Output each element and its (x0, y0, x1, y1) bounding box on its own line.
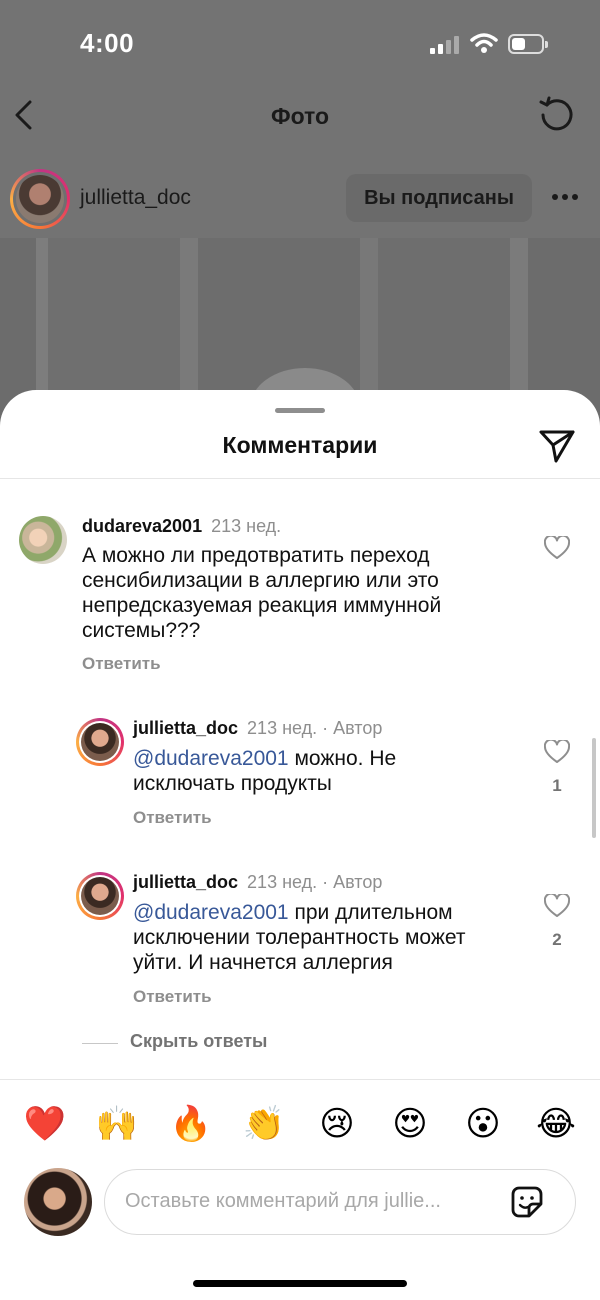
comment-input-placeholder: Оставьте комментарий для jullie... (125, 1190, 441, 1212)
like-heart-icon[interactable] (544, 740, 570, 764)
sheet-grabber[interactable] (275, 408, 325, 413)
comment-meta: dudareva2001 213 нед. (82, 516, 281, 537)
cellular-signal-icon (430, 34, 462, 54)
background-post-screen: 4:00 Фото jullietta_doc Вы подписаны (0, 0, 600, 448)
wifi-icon (470, 33, 498, 53)
share-send-icon[interactable] (538, 428, 576, 464)
comment-username[interactable]: jullietta_doc (133, 872, 238, 892)
post-author-avatar[interactable] (10, 169, 70, 229)
divider (0, 1079, 600, 1080)
emoji-laughing-button[interactable]: 😂 (534, 1102, 578, 1146)
commenter-avatar[interactable] (76, 718, 124, 766)
emoji-fire-button[interactable]: 🔥 (169, 1102, 213, 1146)
emoji-heart-eyes-button[interactable]: 😍 (388, 1102, 432, 1146)
following-button[interactable]: Вы подписаны (346, 174, 532, 222)
emoji-heart-button[interactable]: ❤️ (23, 1102, 67, 1146)
sheet-title: Комментарии (222, 432, 378, 458)
divider (0, 478, 600, 479)
emoji-clap-button[interactable]: 👏 (242, 1102, 286, 1146)
like-heart-icon[interactable] (544, 536, 570, 560)
hide-replies-label: Скрыть ответы (130, 1031, 268, 1051)
reply-button[interactable]: Ответить (133, 808, 212, 828)
scrollbar[interactable] (592, 738, 596, 838)
sticker-icon[interactable] (509, 1184, 545, 1220)
comment-text: А можно ли предотвратить переход сенсиби… (82, 544, 442, 642)
comment-meta: jullietta_doc 213 нед. · Автор (133, 718, 382, 739)
comment-username[interactable]: dudareva2001 (82, 516, 202, 536)
reply-button[interactable]: Ответить (133, 987, 212, 1007)
reply-button[interactable]: Ответить (82, 654, 161, 674)
comments-sheet: Комментарии dudareva2001 213 нед. А можн… (0, 390, 600, 1300)
comment-text: @dudareva2001 при длительном исключении … (133, 900, 513, 975)
battery-icon (508, 34, 548, 54)
comment-input[interactable]: Оставьте комментарий для jullie... (104, 1169, 576, 1235)
status-bar: 4:00 (0, 0, 600, 90)
status-time: 4:00 (80, 28, 135, 58)
divider (82, 1043, 118, 1044)
post-header: jullietta_doc Вы подписаны (0, 168, 600, 238)
comment-username[interactable]: jullietta_doc (133, 718, 238, 738)
commenter-avatar[interactable] (76, 872, 124, 920)
emoji-reaction-bar: ❤️ 🙌 🔥 👏 😢 😍 😮 😂 (0, 1102, 600, 1146)
top-nav-bar: Фото (0, 90, 600, 145)
mention-link[interactable]: @dudareva2001 (133, 901, 289, 924)
mention-link[interactable]: @dudareva2001 (133, 747, 289, 770)
emoji-raised-hands-button[interactable]: 🙌 (95, 1102, 139, 1146)
page-title: Фото (270, 103, 330, 129)
comment-time: 213 нед. (211, 516, 282, 536)
comment-composer: Оставьте комментарий для jullie... (0, 1168, 600, 1238)
like-heart-icon[interactable] (544, 894, 570, 918)
post-author-username[interactable]: jullietta_doc (80, 186, 191, 210)
comment-meta: jullietta_doc 213 нед. · Автор (133, 872, 382, 893)
more-options-icon[interactable] (552, 194, 580, 202)
like-count: 1 (552, 776, 562, 795)
comment-time: 213 нед. · Автор (247, 718, 383, 738)
comment-time: 213 нед. · Автор (247, 872, 383, 892)
comment-text: @dudareva2001 можно. Не исключать продук… (133, 746, 433, 796)
emoji-crying-button[interactable]: 😢 (315, 1102, 359, 1146)
emoji-surprised-button[interactable]: 😮 (461, 1102, 505, 1146)
home-indicator[interactable] (193, 1280, 407, 1287)
commenter-avatar[interactable] (19, 516, 67, 564)
like-count: 2 (552, 930, 562, 949)
current-user-avatar (24, 1168, 92, 1236)
refresh-icon[interactable] (538, 96, 576, 134)
